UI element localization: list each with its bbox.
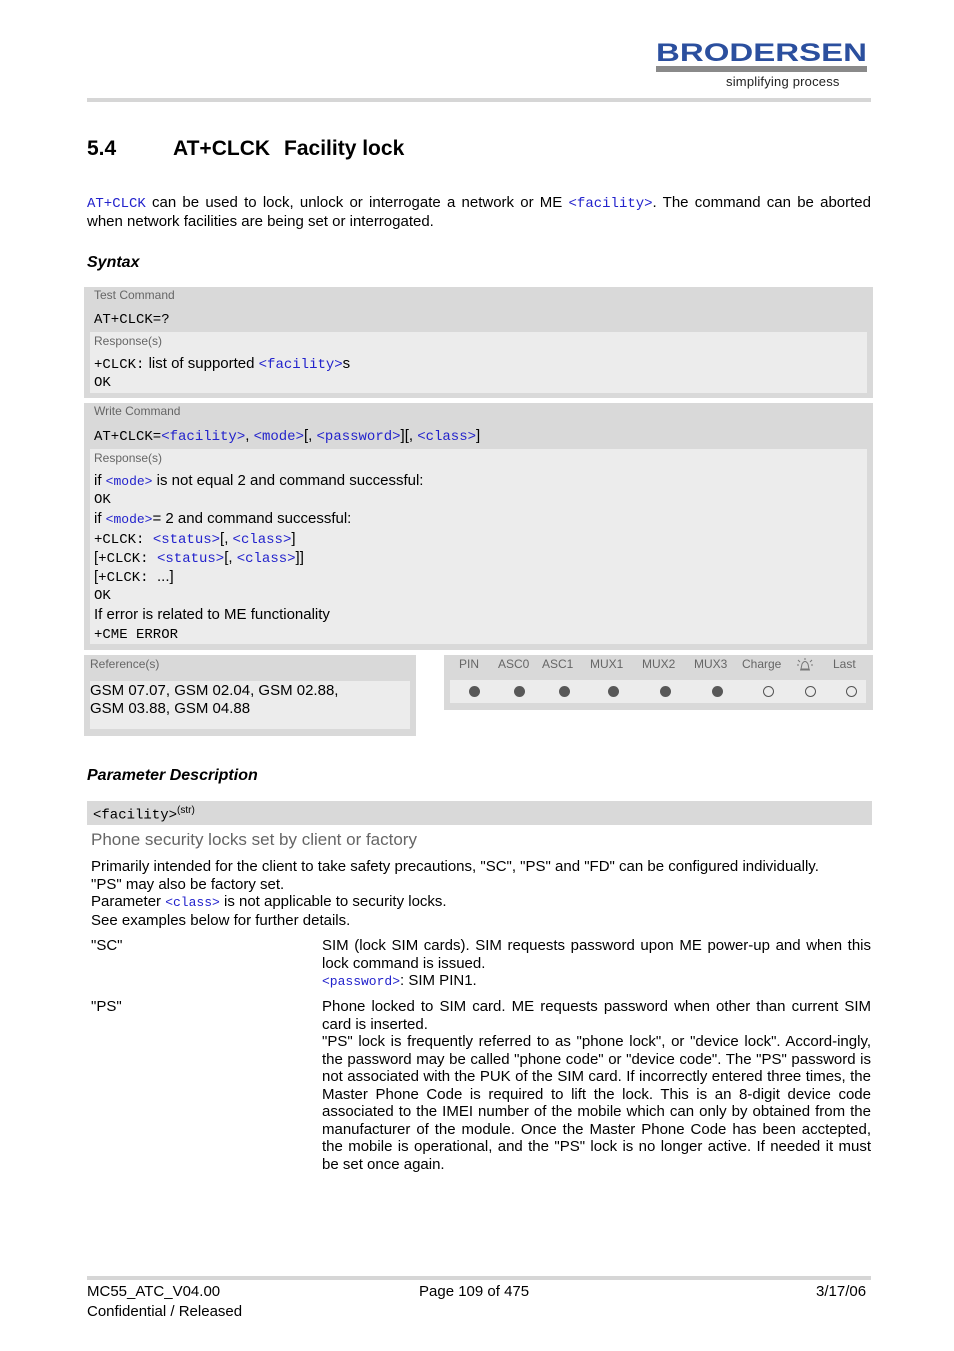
- facility-link[interactable]: <facility>: [259, 357, 343, 373]
- brand-logo-wordmark: BRODERSEN: [656, 40, 867, 64]
- availability-dot-pin: [469, 686, 480, 697]
- facility-param-subtitle: Phone security locks set by client or fa…: [91, 830, 417, 849]
- col-mux3: MUX3: [694, 657, 728, 671]
- availability-dot-mux3: [712, 686, 723, 697]
- value-key-sc: "SC": [91, 937, 123, 954]
- syntax-heading: Syntax: [87, 254, 140, 271]
- facility-link[interactable]: <facility>: [161, 429, 245, 445]
- section-command: AT+CLCK: [173, 137, 271, 160]
- reference-label: Reference(s): [90, 657, 160, 671]
- header-divider: [87, 98, 871, 102]
- write-command-label: Write Command: [94, 404, 181, 418]
- availability-dot-asc0: [514, 686, 525, 697]
- availability-row: [450, 680, 866, 703]
- class-link[interactable]: <class>: [417, 429, 476, 445]
- col-last: Last: [833, 657, 856, 671]
- parameter-description-heading: Parameter Description: [87, 767, 258, 784]
- facility-param-header: <facility>(str): [87, 801, 872, 825]
- reference-line: GSM 03.88, GSM 04.88: [90, 700, 251, 717]
- availability-dot-mux1: [608, 686, 619, 697]
- password-link[interactable]: <password>: [322, 974, 400, 989]
- write-command-syntax: AT+CLCK=<facility>, <mode>[, <password>]…: [94, 427, 481, 445]
- reference-block: Reference(s) GSM 07.07, GSM 02.04, GSM 0…: [84, 655, 416, 736]
- test-response-label: Response(s): [94, 334, 163, 348]
- col-mux2: MUX2: [642, 657, 676, 671]
- section-number: 5.4: [87, 137, 117, 160]
- availability-dot-mux2: [660, 686, 671, 697]
- response-line: if <mode>= 2 and command successful:: [94, 510, 352, 527]
- brand-tagline: simplifying process: [726, 74, 840, 89]
- section-title: 5.4 AT+CLCK Facility lock: [87, 137, 404, 161]
- write-command-block: Write Command AT+CLCK=<facility>, <mode>…: [84, 403, 873, 650]
- test-response-line: +CLCK: list of supported <facility>s: [94, 355, 351, 373]
- availability-dot-asc1: [559, 686, 570, 697]
- facility-link[interactable]: <facility>: [569, 196, 653, 212]
- col-asc0: ASC0: [498, 657, 530, 671]
- facility-param-name: <facility>: [93, 807, 178, 824]
- password-link[interactable]: <password>: [317, 429, 401, 445]
- footer-status: Confidential / Released: [87, 1303, 243, 1320]
- value-desc-ps: Phone locked to SIM card. ME requests pa…: [322, 998, 871, 1173]
- availability-dot-last: [846, 686, 857, 697]
- reference-line: GSM 07.07, GSM 02.04, GSM 02.88,: [90, 682, 339, 699]
- test-response-panel: Response(s) +CLCK: list of supported <fa…: [90, 332, 867, 393]
- response-line: If error is related to ME functionality: [94, 606, 330, 623]
- response-line: OK: [94, 492, 111, 508]
- intro-paragraph: AT+CLCK can be used to lock, unlock or i…: [87, 194, 871, 230]
- value-key-ps: "PS": [91, 998, 122, 1015]
- col-charge: Charge: [742, 657, 782, 671]
- footer-page-number: Page 109 of 475: [419, 1283, 530, 1300]
- footer-doc-id: MC55_ATC_V04.00: [87, 1283, 221, 1300]
- footer-date: 3/17/06: [816, 1283, 867, 1300]
- command-link[interactable]: AT+CLCK: [87, 196, 146, 212]
- alarm-icon: [797, 658, 813, 671]
- availability-header: PIN ASC0 ASC1 MUX1 MUX2 MUX3 Charge Last: [444, 657, 873, 673]
- availability-dot-charge: [763, 686, 774, 697]
- response-line: [+CLCK: <status>[, <class>]]: [94, 549, 304, 567]
- status-link[interactable]: <status>: [153, 532, 220, 548]
- class-link[interactable]: <class>: [165, 895, 220, 910]
- footer-divider: [87, 1276, 871, 1280]
- col-pin: PIN: [459, 657, 480, 671]
- status-link[interactable]: <status>: [157, 551, 224, 567]
- test-response-ok: OK: [94, 375, 111, 391]
- facility-param-type: (str): [177, 805, 195, 816]
- class-link[interactable]: <class>: [237, 551, 296, 567]
- mode-link[interactable]: <mode>: [254, 429, 304, 445]
- response-line: if <mode> is not equal 2 and command suc…: [94, 472, 424, 489]
- brand-logo-bar: [656, 66, 867, 72]
- test-command-block: Test Command AT+CLCK=? Response(s) +CLCK…: [84, 287, 873, 398]
- write-response-panel: Response(s) if <mode> is not equal 2 and…: [90, 449, 867, 644]
- test-command-label: Test Command: [94, 288, 175, 302]
- mode-link[interactable]: <mode>: [106, 512, 153, 527]
- test-command-syntax: AT+CLCK=?: [94, 312, 170, 328]
- response-line: OK: [94, 588, 111, 604]
- mode-link[interactable]: <mode>: [106, 474, 153, 489]
- facility-description: Primarily intended for the client to tak…: [91, 858, 819, 929]
- write-response-label: Response(s): [94, 451, 163, 465]
- availability-dot-alarm-icon: [805, 686, 816, 697]
- section-title-text: Facility lock: [284, 137, 405, 160]
- col-mux1: MUX1: [590, 657, 624, 671]
- col-asc1: ASC1: [542, 657, 574, 671]
- response-line: +CME ERROR: [94, 627, 179, 643]
- response-line: +CLCK: <status>[, <class>]: [94, 530, 296, 548]
- svg-text:BRODERSEN: BRODERSEN: [656, 40, 867, 64]
- response-line: [+CLCK: ...]: [94, 568, 174, 586]
- class-link[interactable]: <class>: [233, 532, 292, 548]
- reference-panel: GSM 07.07, GSM 02.04, GSM 02.88, GSM 03.…: [90, 681, 410, 729]
- value-desc-sc: SIM (lock SIM cards). SIM requests passw…: [322, 937, 871, 989]
- availability-block: PIN ASC0 ASC1 MUX1 MUX2 MUX3 Charge Last: [444, 655, 873, 710]
